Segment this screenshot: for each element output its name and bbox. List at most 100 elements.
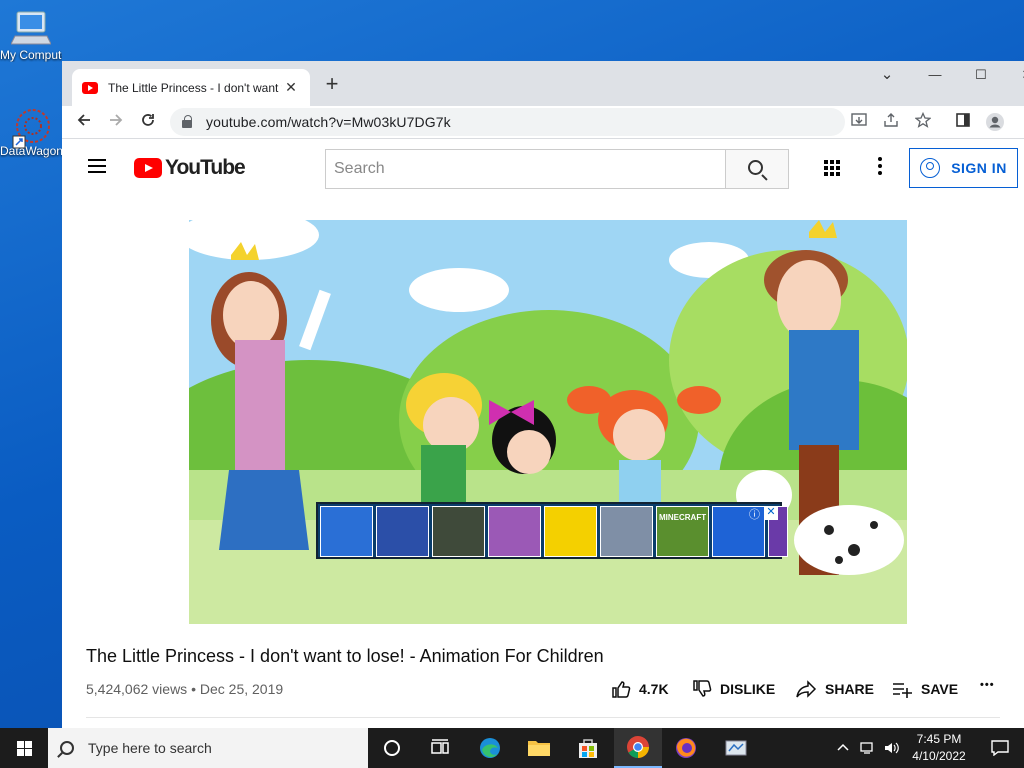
ad-tile[interactable]: [544, 506, 597, 557]
account-circle-icon: [920, 158, 941, 178]
youtube-play-icon: [134, 158, 162, 178]
notification-icon: [991, 740, 1009, 756]
computer-icon: [10, 10, 52, 46]
datawagon-icon: [11, 106, 51, 149]
task-view-icon: [431, 739, 449, 754]
address-url: youtube.com/watch?v=Mw03kU7DG7k: [206, 114, 451, 130]
youtube-logo-text: YouTube: [165, 156, 246, 179]
task-view-icon-button[interactable]: [416, 728, 464, 768]
maximize-button[interactable]: ☐: [958, 61, 1004, 91]
taskbar: Type here to search 7:45 PM 4/10/2022: [0, 728, 1024, 768]
address-bar[interactable]: youtube.com/watch?v=Mw03kU7DG7k: [170, 108, 845, 136]
youtube-favicon-icon: [82, 81, 98, 94]
back-button[interactable]: [71, 110, 97, 136]
like-count: 4.7K: [639, 681, 669, 697]
taskbar-clock[interactable]: 7:45 PM 4/10/2022: [904, 731, 974, 765]
ad-tile[interactable]: [488, 506, 541, 557]
ad-tile[interactable]: [320, 506, 373, 557]
notifications-button[interactable]: [976, 728, 1024, 768]
more-actions-button[interactable]: •••: [980, 679, 995, 691]
dislike-label: DISLIKE: [720, 681, 776, 697]
upload-date: Dec 25, 2019: [199, 681, 284, 697]
youtube-header: YouTube SIGN IN: [62, 139, 1024, 197]
windows-logo-icon: [17, 741, 32, 756]
menu-icon[interactable]: [88, 159, 106, 173]
close-window-button[interactable]: ✕: [1004, 61, 1024, 91]
sign-in-label: SIGN IN: [951, 160, 1007, 176]
profile-icon[interactable]: [985, 112, 1005, 132]
video-frame: [189, 220, 907, 624]
forward-button[interactable]: [103, 110, 129, 136]
ad-close-icon[interactable]: ✕: [764, 506, 778, 520]
ad-tile[interactable]: [376, 506, 429, 557]
ad-strip[interactable]: MINECRAFT ⓘ ✕: [316, 502, 788, 559]
chrome-icon: [627, 736, 649, 758]
clock-time: 7:45 PM: [916, 732, 962, 746]
browser-window: The Little Princess - I don't want to lo…: [62, 61, 1024, 728]
tab-search-button[interactable]: ⌄: [864, 61, 910, 91]
volume-icon[interactable]: [884, 741, 900, 755]
bookmark-star-icon[interactable]: [913, 111, 933, 132]
desktop-icon-my-computer[interactable]: My Computer: [0, 10, 62, 62]
firefox-icon: [676, 738, 696, 758]
arrow-right-icon: [110, 114, 123, 126]
arrow-left-icon: [77, 114, 90, 126]
ad-info-icon[interactable]: ⓘ: [749, 506, 760, 522]
chrome-taskbar-button[interactable]: [614, 728, 662, 768]
dislike-button[interactable]: DISLIKE: [692, 679, 775, 699]
browser-toolbar: youtube.com/watch?v=Mw03kU7DG7k: [62, 106, 1024, 139]
share-icon[interactable]: [881, 112, 901, 132]
store-bag-icon: [579, 739, 597, 758]
folder-icon: [528, 741, 550, 756]
share-button[interactable]: SHARE: [795, 679, 874, 699]
start-button[interactable]: [0, 728, 48, 768]
thumbs-down-icon: [693, 680, 712, 697]
taskbar-search[interactable]: Type here to search: [48, 728, 368, 768]
reload-icon: [142, 114, 154, 126]
thumbs-up-icon: [612, 681, 631, 698]
search-button[interactable]: [725, 149, 789, 189]
sign-in-button[interactable]: SIGN IN: [909, 148, 1018, 188]
youtube-logo[interactable]: YouTube: [134, 156, 246, 180]
like-button[interactable]: 4.7K: [611, 679, 669, 699]
ad-tile[interactable]: [432, 506, 485, 557]
ad-tile-label: MINECRAFT: [659, 513, 707, 522]
reload-button[interactable]: [135, 110, 161, 136]
tray-chevron-up-icon[interactable]: [836, 741, 850, 755]
desktop-icon-datawagon[interactable]: DataWagon: [0, 106, 62, 158]
tab-close-icon[interactable]: ✕: [282, 79, 300, 96]
tab-title: The Little Princess - I don't want to lo…: [108, 80, 282, 95]
ad-tile[interactable]: [600, 506, 653, 557]
search-input[interactable]: [325, 149, 726, 189]
more-vert-icon[interactable]: [878, 157, 882, 177]
save-button[interactable]: SAVE: [891, 679, 958, 699]
clock-date: 4/10/2022: [912, 749, 966, 763]
task-view-button[interactable]: [368, 728, 416, 768]
desktop-icon-label: My Computer: [0, 48, 62, 62]
new-tab-button[interactable]: +: [320, 73, 344, 97]
video-player[interactable]: MINECRAFT ⓘ ✕: [189, 220, 907, 624]
meta-separator: •: [191, 681, 196, 697]
store-button[interactable]: [564, 728, 612, 768]
tab-strip: The Little Princess - I don't want to lo…: [62, 61, 1024, 106]
system-tray: [836, 728, 900, 768]
install-app-icon[interactable]: [849, 112, 869, 132]
youtube-page: YouTube SIGN IN: [62, 139, 1024, 728]
apps-grid-icon[interactable]: [824, 160, 840, 176]
app-taskbar-button[interactable]: [712, 728, 760, 768]
network-app-icon: [725, 740, 747, 756]
video-title: The Little Princess - I don't want to lo…: [86, 646, 604, 666]
cortana-circle-icon: [384, 740, 400, 756]
edge-taskbar-button[interactable]: [466, 728, 514, 768]
minimize-button[interactable]: —: [912, 61, 958, 91]
ad-tile[interactable]: MINECRAFT: [656, 506, 709, 557]
file-explorer-button[interactable]: [515, 728, 563, 768]
search-icon: [748, 160, 763, 175]
taskbar-search-placeholder: Type here to search: [88, 740, 212, 756]
firefox-taskbar-button[interactable]: [662, 728, 710, 768]
view-count: 5,424,062 views: [86, 681, 188, 697]
side-panel-icon[interactable]: [953, 112, 973, 132]
search-icon: [60, 741, 74, 755]
browser-tab[interactable]: The Little Princess - I don't want to lo…: [72, 69, 310, 106]
network-icon[interactable]: [860, 741, 876, 755]
